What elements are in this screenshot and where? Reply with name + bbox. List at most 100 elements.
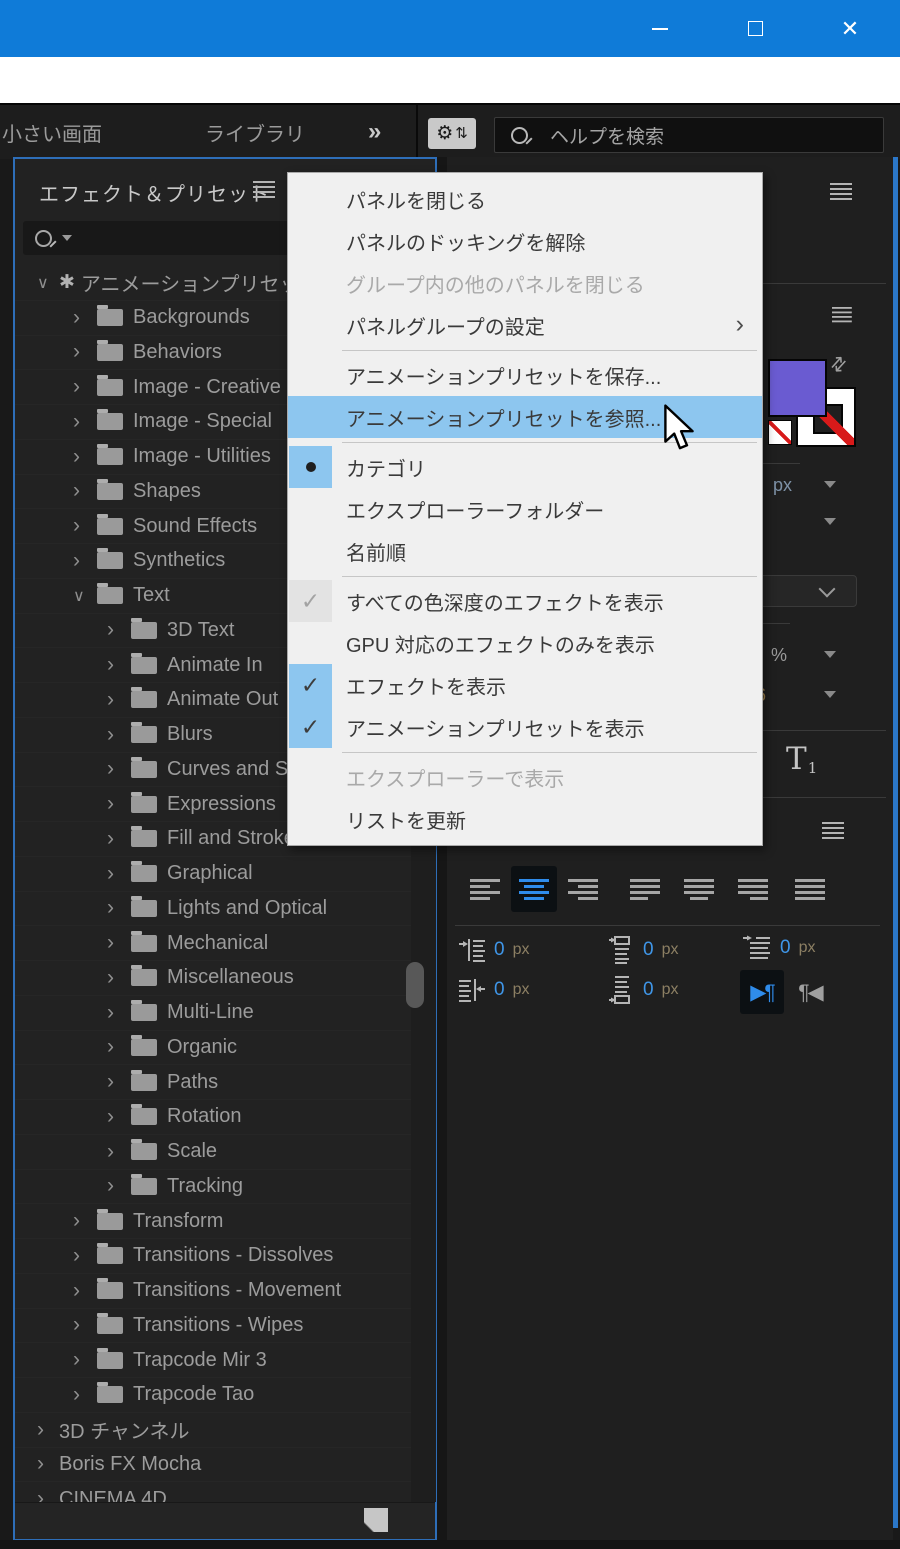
tree-chevron-icon[interactable] bbox=[107, 862, 129, 886]
workspace-sync-settings-button[interactable]: ⚙ ⇅ bbox=[428, 118, 476, 149]
tree-chevron-icon[interactable] bbox=[37, 1452, 59, 1476]
align-center-button[interactable] bbox=[511, 866, 557, 912]
tree-chevron-icon[interactable] bbox=[107, 1001, 129, 1025]
subscript-button[interactable]: T1 bbox=[786, 741, 816, 777]
context-menu-item[interactable]: GPU 対応のエフェクトのみを表示 › bbox=[288, 622, 762, 664]
tree-chevron-icon[interactable] bbox=[73, 306, 95, 330]
tree-chevron-icon[interactable] bbox=[37, 1418, 59, 1442]
scale-dropdown-icon[interactable] bbox=[824, 691, 836, 698]
context-menu-item[interactable]: パネルのドッキングを解除 › bbox=[288, 220, 762, 262]
first-line-indent-field[interactable]: 0 px bbox=[742, 934, 815, 962]
tree-row[interactable]: ✱ Graphical bbox=[15, 857, 435, 892]
tree-chevron-icon[interactable] bbox=[107, 896, 129, 920]
tab-overflow-button[interactable]: » bbox=[368, 105, 381, 159]
tree-chevron-icon[interactable] bbox=[107, 966, 129, 990]
justify-last-right-button[interactable] bbox=[730, 866, 776, 912]
tree-row[interactable]: ✱ Tracking bbox=[15, 1170, 435, 1205]
indent-left-value[interactable]: 0 bbox=[494, 939, 505, 961]
tab-small-screen[interactable]: 小さい画面 bbox=[2, 105, 102, 159]
tree-chevron-icon[interactable] bbox=[73, 375, 95, 399]
justify-last-center-button[interactable] bbox=[676, 866, 722, 912]
help-search-box[interactable]: ヘルプを検索 bbox=[494, 117, 884, 153]
tree-chevron-icon[interactable] bbox=[107, 1105, 129, 1129]
minimize-button[interactable] bbox=[630, 0, 690, 57]
indent-right-field[interactable]: 0 px bbox=[458, 976, 529, 1004]
text-direction-ltr-button[interactable]: ▶¶ bbox=[740, 970, 784, 1014]
space-after-field[interactable]: 0 px bbox=[607, 976, 678, 1004]
space-before-field[interactable]: 0 px bbox=[607, 936, 678, 964]
tree-chevron-icon[interactable] bbox=[107, 792, 129, 816]
default-fill-stroke-swatch[interactable] bbox=[768, 420, 792, 445]
tree-chevron-icon[interactable] bbox=[107, 1070, 129, 1094]
justify-last-left-button[interactable] bbox=[622, 866, 668, 912]
tree-chevron-icon[interactable] bbox=[73, 1383, 95, 1407]
tree-chevron-icon[interactable] bbox=[107, 1035, 129, 1059]
tree-chevron-icon[interactable] bbox=[73, 445, 95, 469]
tree-chevron-icon[interactable] bbox=[107, 653, 129, 677]
tree-chevron-icon[interactable] bbox=[107, 931, 129, 955]
context-menu-item[interactable]: エクスプローラーで表示 › bbox=[288, 756, 762, 798]
leading-dropdown-icon[interactable] bbox=[824, 518, 836, 525]
tree-chevron-icon[interactable] bbox=[73, 1313, 95, 1337]
context-menu-item[interactable]: すべての色深度のエフェクトを表示 › bbox=[288, 580, 762, 622]
tree-chevron-icon[interactable] bbox=[73, 586, 95, 606]
align-left-button[interactable] bbox=[462, 866, 508, 912]
fill-color-swatch[interactable] bbox=[768, 359, 827, 417]
tree-chevron-icon[interactable] bbox=[73, 549, 95, 573]
context-menu-item[interactable]: パネルグループの設定 › bbox=[288, 304, 762, 346]
tree-row[interactable]: ✱ 3D チャンネル bbox=[15, 1413, 435, 1448]
tree-chevron-icon[interactable] bbox=[37, 273, 59, 293]
indent-right-value[interactable]: 0 bbox=[494, 979, 505, 1001]
font-size-dropdown-icon[interactable] bbox=[824, 481, 836, 488]
tree-chevron-icon[interactable] bbox=[73, 340, 95, 364]
tree-row[interactable]: ✱ Transform bbox=[15, 1204, 435, 1239]
context-menu-item[interactable]: リストを更新 › bbox=[288, 798, 762, 840]
tree-row[interactable]: ✱ Transitions - Movement bbox=[15, 1274, 435, 1309]
space-after-value[interactable]: 0 bbox=[643, 979, 654, 1001]
tree-row[interactable]: ✱ Multi-Line bbox=[15, 996, 435, 1031]
context-menu-item[interactable]: アニメーションプリセットを保存... › bbox=[288, 354, 762, 396]
context-menu-item[interactable]: アニメーションプリセットを表示 › bbox=[288, 706, 762, 748]
panel-title[interactable]: エフェクト＆プリセット bbox=[39, 178, 270, 207]
tree-chevron-icon[interactable] bbox=[107, 757, 129, 781]
tree-chevron-icon[interactable] bbox=[107, 1174, 129, 1198]
tree-chevron-icon[interactable] bbox=[73, 1244, 95, 1268]
tab-library[interactable]: ライブラリ bbox=[205, 105, 305, 159]
tree-chevron-icon[interactable] bbox=[107, 827, 129, 851]
swap-fill-stroke-icon[interactable]: ⇄ bbox=[825, 351, 853, 378]
tree-chevron-icon[interactable] bbox=[73, 410, 95, 434]
align-right-button[interactable] bbox=[560, 866, 606, 912]
context-menu-item[interactable]: › bbox=[288, 748, 762, 756]
tree-chevron-icon[interactable] bbox=[73, 479, 95, 503]
tree-row[interactable]: ✱ Lights and Optical bbox=[15, 892, 435, 927]
close-button[interactable]: ✕ bbox=[820, 0, 880, 57]
tree-row[interactable]: ✱ CINEMA 4D bbox=[15, 1482, 435, 1502]
tree-chevron-icon[interactable] bbox=[73, 514, 95, 538]
tree-row[interactable]: ✱ Organic bbox=[15, 1031, 435, 1066]
context-menu-item[interactable]: › bbox=[288, 572, 762, 580]
tree-row[interactable]: ✱ Paths bbox=[15, 1065, 435, 1100]
context-menu-item[interactable]: エクスプローラーフォルダー › bbox=[288, 488, 762, 530]
tree-chevron-icon[interactable] bbox=[107, 618, 129, 642]
tree-row[interactable]: ✱ Boris FX Mocha bbox=[15, 1448, 435, 1483]
tree-chevron-icon[interactable] bbox=[73, 1348, 95, 1372]
tree-chevron-icon[interactable] bbox=[107, 688, 129, 712]
tree-row[interactable]: ✱ Rotation bbox=[15, 1100, 435, 1135]
justify-all-button[interactable] bbox=[787, 866, 833, 912]
new-preset-icon[interactable] bbox=[364, 1508, 388, 1532]
tree-row[interactable]: ✱ Mechanical bbox=[15, 926, 435, 961]
context-menu-item[interactable]: 名前順 › bbox=[288, 530, 762, 572]
tree-row[interactable]: ✱ Miscellaneous bbox=[15, 961, 435, 996]
context-menu-item[interactable]: エフェクトを表示 › bbox=[288, 664, 762, 706]
tree-chevron-icon[interactable] bbox=[73, 1209, 95, 1233]
context-menu-item[interactable]: パネルを閉じる › bbox=[288, 178, 762, 220]
tree-chevron-icon[interactable] bbox=[107, 723, 129, 747]
context-menu-item[interactable]: グループ内の他のパネルを閉じる › bbox=[288, 262, 762, 304]
space-before-value[interactable]: 0 bbox=[643, 939, 654, 961]
tree-chevron-icon[interactable] bbox=[37, 1487, 59, 1502]
context-menu-item[interactable]: › bbox=[288, 346, 762, 354]
first-line-indent-value[interactable]: 0 bbox=[780, 937, 791, 959]
tree-row[interactable]: ✱ Scale bbox=[15, 1135, 435, 1170]
tree-row[interactable]: ✱ Transitions - Wipes bbox=[15, 1309, 435, 1344]
text-direction-rtl-button[interactable]: ¶◀ bbox=[788, 970, 832, 1014]
